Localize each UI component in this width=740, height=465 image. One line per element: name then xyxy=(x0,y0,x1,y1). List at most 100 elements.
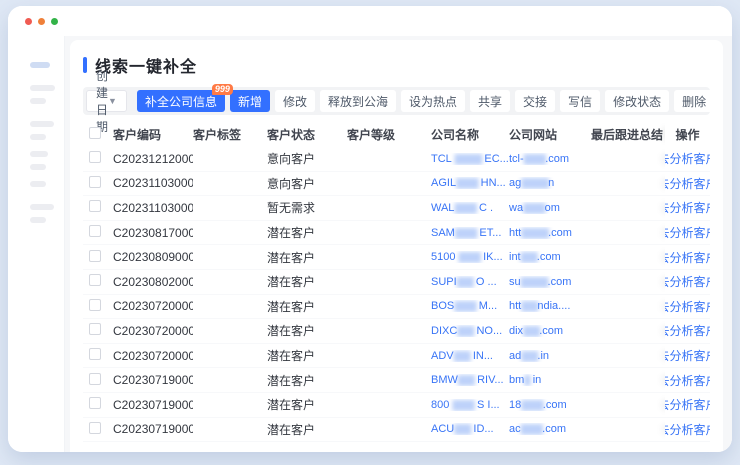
row-checkbox[interactable] xyxy=(89,200,101,212)
table-row[interactable]: C202308170001 潜在客户 SAM████ ET... htt████… xyxy=(83,221,710,246)
customer-code: C202307190003 xyxy=(113,373,193,387)
analyze-customer-link[interactable]: 去分析客户 xyxy=(665,368,710,392)
customer-status: 潜在客户 xyxy=(267,273,347,290)
company-website-link[interactable]: 18████.com xyxy=(509,399,591,411)
release-to-public-sea-button[interactable]: 释放到公海 xyxy=(320,90,396,112)
table-row[interactable]: C202307200001 潜在客户 ADV███ IN... ad███.in… xyxy=(83,344,710,369)
analyze-customer-link[interactable]: 去分析客户 xyxy=(665,319,710,343)
customer-status: 潜在客户 xyxy=(267,249,347,266)
analyze-customer-link[interactable]: 去分析客户 xyxy=(665,295,710,319)
company-website-link[interactable]: dix███.com xyxy=(509,325,591,337)
row-checkbox[interactable] xyxy=(89,225,101,237)
create-date-filter-label: 创建日期 xyxy=(96,67,108,135)
set-hotspot-button[interactable]: 设为热点 xyxy=(401,90,465,112)
customer-status: 潜在客户 xyxy=(267,347,347,364)
row-checkbox[interactable] xyxy=(89,422,101,434)
create-date-filter-select[interactable]: 创建日期 ▼ xyxy=(86,90,127,112)
customer-code: C202307190001 xyxy=(113,422,193,436)
company-website-link[interactable]: htt███ndia.... xyxy=(509,300,591,312)
company-name-link[interactable]: 5100 ████ IK... xyxy=(431,251,509,263)
customer-table: 客户编码 客户标签 客户状态 客户等级 公司名称 公司网站 最后跟进总结 操作 … xyxy=(83,121,710,442)
close-window-button[interactable] xyxy=(25,18,32,25)
analyze-customer-link[interactable]: 去分析客户 xyxy=(665,418,710,442)
add-new-button[interactable]: 新增 xyxy=(230,90,270,112)
analyze-customer-link[interactable]: 去分析客户 xyxy=(665,270,710,294)
company-website-link[interactable]: ac████.com xyxy=(509,423,591,435)
col-header-followup-summary: 最后跟进总结 xyxy=(591,126,665,143)
company-website-link[interactable]: ad███.in xyxy=(509,350,591,362)
row-checkbox[interactable] xyxy=(89,274,101,286)
sidebar-skeleton-item xyxy=(30,121,54,127)
company-website-link[interactable]: bm█ in xyxy=(509,374,591,386)
table-row[interactable]: C202307190002 潜在客户 800 ████ S I... 18███… xyxy=(83,393,710,418)
share-button[interactable]: 共享 xyxy=(470,90,510,112)
minimize-window-button[interactable] xyxy=(38,18,45,25)
title-accent-bar xyxy=(83,57,87,73)
write-letter-button[interactable]: 写信 xyxy=(560,90,600,112)
analyze-customer-link[interactable]: 去分析客户 xyxy=(665,172,710,196)
chevron-down-icon: ▼ xyxy=(108,96,117,106)
company-website-link[interactable]: wa████om xyxy=(509,202,591,214)
company-name-link[interactable]: WAL████ C . xyxy=(431,202,509,214)
col-header-company-website: 公司网站 xyxy=(509,126,591,143)
analyze-customer-link[interactable]: 去分析客户 xyxy=(665,196,710,220)
row-checkbox[interactable] xyxy=(89,348,101,360)
customer-code: C202307200001 xyxy=(113,349,193,363)
company-name-link[interactable]: 800 ████ S I... xyxy=(431,399,509,411)
company-website-link[interactable]: su█████.com xyxy=(509,276,591,288)
more-actions-button[interactable]: 更多... ▼ xyxy=(719,90,723,112)
analyze-customer-link[interactable]: 去分析客户 xyxy=(665,147,710,171)
sidebar-skeleton-item-active[interactable] xyxy=(30,62,50,68)
company-website-link[interactable]: ag█████n xyxy=(509,177,591,189)
company-name-link[interactable]: DIXC███ NO... xyxy=(431,325,509,337)
analyze-customer-link[interactable]: 去分析客户 xyxy=(665,221,710,245)
table-row[interactable]: C202312120001 意向客户 TCL █████ EC... tcl-█… xyxy=(83,147,710,172)
analyze-customer-link[interactable]: 去分析客户 xyxy=(665,344,710,368)
table-row[interactable]: C202307200003 潜在客户 BOS████ M... htt███nd… xyxy=(83,295,710,320)
table-row[interactable]: C202307200002 潜在客户 DIXC███ NO... dix███.… xyxy=(83,319,710,344)
customer-code: C202311030002 xyxy=(113,176,193,190)
window-titlebar xyxy=(8,6,732,36)
analyze-customer-link[interactable]: 去分析客户 xyxy=(665,393,710,417)
col-header-customer-status: 客户状态 xyxy=(267,126,347,143)
company-name-link[interactable]: ACU███ ID... xyxy=(431,423,509,435)
edit-button[interactable]: 修改 xyxy=(275,90,315,112)
company-name-link[interactable]: BMW███ RIV... xyxy=(431,374,509,386)
table-row[interactable]: C202307190003 潜在客户 BMW███ RIV... bm█ in … xyxy=(83,368,710,393)
table-row[interactable]: C202311030001 暂无需求 WAL████ C . wa████om … xyxy=(83,196,710,221)
table-row[interactable]: C202311030002 意向客户 AGIL████ HN... ag████… xyxy=(83,172,710,197)
company-name-link[interactable]: SAM████ ET... xyxy=(431,227,509,239)
select-all-checkbox[interactable] xyxy=(89,127,101,139)
customer-status: 意向客户 xyxy=(267,175,347,192)
row-checkbox[interactable] xyxy=(89,151,101,163)
row-checkbox[interactable] xyxy=(89,323,101,335)
customer-status: 意向客户 xyxy=(267,150,347,167)
analyze-customer-link[interactable]: 去分析客户 xyxy=(665,245,710,269)
row-checkbox[interactable] xyxy=(89,373,101,385)
delete-button[interactable]: 删除 xyxy=(674,90,714,112)
change-status-button[interactable]: 修改状态 xyxy=(605,90,669,112)
customer-status: 潜在客户 xyxy=(267,372,347,389)
table-row[interactable]: C202308020001 潜在客户 SUPI███ O ... su█████… xyxy=(83,270,710,295)
company-name-link[interactable]: SUPI███ O ... xyxy=(431,276,509,288)
zoom-window-button[interactable] xyxy=(51,18,58,25)
company-website-link[interactable]: htt█████.com xyxy=(509,227,591,239)
handover-button[interactable]: 交接 xyxy=(515,90,555,112)
col-header-customer-code: 客户编码 xyxy=(113,126,193,143)
customer-code: C202308170001 xyxy=(113,226,193,240)
company-name-link[interactable]: TCL █████ EC... xyxy=(431,153,509,165)
content-card: 线索一键补全 创建日期 ▼ 补全公司信息 999 新增 修改释放到公海设为热点共… xyxy=(70,40,723,452)
company-name-link[interactable]: BOS████ M... xyxy=(431,300,509,312)
table-row[interactable]: C202308090001 潜在客户 5100 ████ IK... int██… xyxy=(83,245,710,270)
row-checkbox[interactable] xyxy=(89,397,101,409)
row-checkbox[interactable] xyxy=(89,299,101,311)
company-website-link[interactable]: int███.com xyxy=(509,251,591,263)
company-website-link[interactable]: tcl-████.com xyxy=(509,153,591,165)
sidebar-skeleton-item xyxy=(30,204,54,210)
main-area: 线索一键补全 创建日期 ▼ 补全公司信息 999 新增 修改释放到公海设为热点共… xyxy=(65,36,732,452)
company-name-link[interactable]: ADV███ IN... xyxy=(431,350,509,362)
table-row[interactable]: C202307190001 潜在客户 ACU███ ID... ac████.c… xyxy=(83,418,710,443)
company-name-link[interactable]: AGIL████ HN... xyxy=(431,177,509,189)
row-checkbox[interactable] xyxy=(89,250,101,262)
row-checkbox[interactable] xyxy=(89,176,101,188)
